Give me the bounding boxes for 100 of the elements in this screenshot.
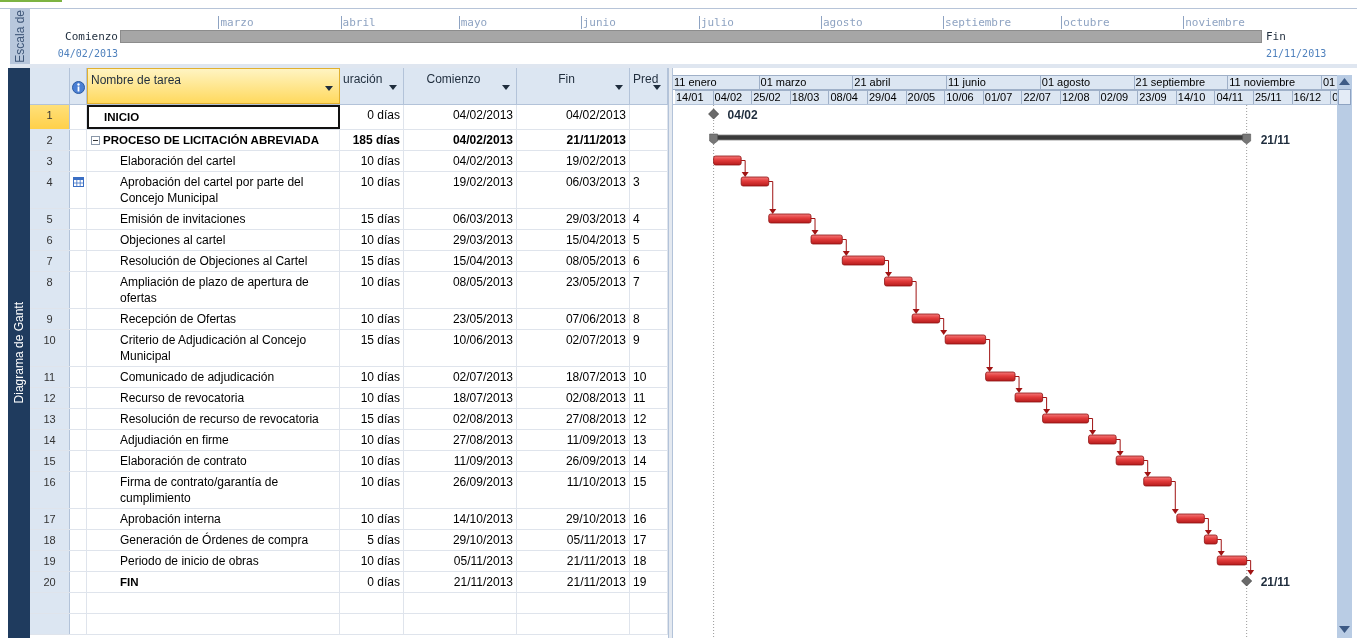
dropdown-arrow-icon[interactable] xyxy=(653,85,661,90)
task-name: Resolución de recurso de revocatoria xyxy=(120,411,319,427)
task-bar[interactable] xyxy=(911,313,941,324)
scrollbar[interactable] xyxy=(1337,75,1352,638)
row-number[interactable]: 9 xyxy=(30,309,70,329)
task-bar[interactable] xyxy=(1014,392,1043,403)
task-bar[interactable] xyxy=(713,155,742,166)
milestone-diamond[interactable] xyxy=(1241,575,1253,587)
start-date-cell: 04/02/2013 xyxy=(404,151,517,171)
task-name: INICIO xyxy=(104,110,140,125)
start-date-cell: 27/08/2013 xyxy=(404,430,517,450)
dropdown-arrow-icon[interactable] xyxy=(325,86,333,91)
timescale-cell: 18/03 xyxy=(790,90,830,104)
timescale-cell: 20/05 xyxy=(906,90,946,104)
row-number[interactable]: 2 xyxy=(30,130,70,150)
row-number[interactable]: 12 xyxy=(30,388,70,408)
timescale-cell: 04/11 xyxy=(1215,90,1254,104)
column-header[interactable]: uración xyxy=(340,68,404,104)
collapse-icon[interactable] xyxy=(91,136,100,145)
row-number[interactable]: 14 xyxy=(30,430,70,450)
row-number[interactable]: 7 xyxy=(30,251,70,271)
task-bar[interactable] xyxy=(1176,513,1205,524)
duration-cell: 15 días xyxy=(340,409,404,429)
task-bar[interactable] xyxy=(1216,555,1248,566)
row-number[interactable]: 16 xyxy=(30,472,70,508)
month-label: agosto xyxy=(820,16,863,29)
timeline-end-label: Fin xyxy=(1265,30,1287,43)
task-bar[interactable] xyxy=(841,255,885,266)
task-name: Firma de contrato/garantía de cumplimiento xyxy=(120,474,280,506)
task-bar[interactable] xyxy=(740,176,770,187)
task-bar[interactable] xyxy=(1115,455,1145,466)
dependency-arrow xyxy=(1088,418,1097,435)
dependency-arrow xyxy=(985,339,994,372)
row-number[interactable]: 6 xyxy=(30,230,70,250)
finish-date-cell: 02/07/2013 xyxy=(517,330,630,366)
dropdown-arrow-icon[interactable] xyxy=(389,85,397,90)
task-name: Emisión de invitaciones xyxy=(120,211,246,227)
duration-cell: 10 días xyxy=(340,472,404,508)
finish-date-cell: 07/06/2013 xyxy=(517,309,630,329)
column-header[interactable]: Comienzo xyxy=(404,68,517,104)
row-number[interactable]: 13 xyxy=(30,409,70,429)
task-name: Comunicado de adjudicación xyxy=(120,369,275,385)
start-date-cell: 05/11/2013 xyxy=(404,551,517,571)
task-bar[interactable] xyxy=(944,334,987,345)
finish-date-cell: 05/11/2013 xyxy=(517,530,630,550)
timescale-cell: 12/08 xyxy=(1061,90,1100,104)
row-number[interactable]: 19 xyxy=(30,551,70,571)
dropdown-arrow-icon[interactable] xyxy=(502,85,510,90)
task-bar[interactable] xyxy=(1203,534,1218,545)
row-number[interactable]: 8 xyxy=(30,272,70,308)
timescale-cell: 14/01 xyxy=(675,90,714,104)
dependency-arrow xyxy=(1115,439,1124,456)
task-bar[interactable] xyxy=(810,234,843,245)
column-header[interactable]: Nombre de tarea xyxy=(87,68,340,104)
month-label: septiembre xyxy=(943,16,1012,29)
timescale-cell: 01 xyxy=(1322,75,1337,90)
finish-date-cell: 15/04/2013 xyxy=(517,230,630,250)
row-number[interactable]: 11 xyxy=(30,367,70,387)
milestone-diamond[interactable] xyxy=(708,108,719,120)
row-number[interactable]: 5 xyxy=(30,209,70,229)
column-header[interactable]: Fin xyxy=(517,68,630,104)
scroll-down-icon[interactable] xyxy=(1339,626,1350,633)
bar-date-label: 21/11 xyxy=(1260,133,1290,147)
finish-date-cell: 29/03/2013 xyxy=(517,209,630,229)
row-number[interactable]: 1 xyxy=(30,105,70,129)
summary-bar[interactable] xyxy=(709,133,1251,145)
row-number[interactable]: 10 xyxy=(30,330,70,366)
task-bar[interactable] xyxy=(884,276,913,287)
finish-date-cell: 08/05/2013 xyxy=(517,251,630,271)
month-label: noviembre xyxy=(1183,16,1245,29)
duration-cell: 15 días xyxy=(340,209,404,229)
task-name: PROCESO DE LICITACIÓN ABREVIADA xyxy=(103,133,319,148)
duration-cell: 15 días xyxy=(340,330,404,366)
task-bar[interactable] xyxy=(1143,476,1172,487)
row-number[interactable]: 17 xyxy=(30,509,70,529)
task-bar[interactable] xyxy=(985,371,1016,382)
task-bar[interactable] xyxy=(768,213,812,224)
scroll-thumb[interactable] xyxy=(1338,89,1351,105)
task-name: Aprobación interna xyxy=(120,511,221,527)
row-number[interactable]: 20 xyxy=(30,572,70,592)
row-number[interactable]: 15 xyxy=(30,451,70,471)
duration-cell: 10 días xyxy=(340,230,404,250)
task-bar[interactable] xyxy=(1088,434,1117,445)
dependency-arrow xyxy=(911,281,920,314)
timescale-cell: 22/07 xyxy=(1022,90,1061,104)
row-number[interactable]: 4 xyxy=(30,172,70,208)
active-tab-line xyxy=(0,0,62,2)
timeline-start-label: Comienzo xyxy=(64,30,119,43)
start-date-cell: 11/09/2013 xyxy=(404,451,517,471)
task-bar[interactable] xyxy=(1042,413,1089,424)
start-date-cell: 21/11/2013 xyxy=(404,572,517,592)
scroll-up-icon[interactable] xyxy=(1339,78,1350,85)
duration-cell: 10 días xyxy=(340,309,404,329)
dependency-arrow xyxy=(1203,518,1212,535)
timescale-cell: 08/04 xyxy=(829,90,868,104)
timescale-cell: 11 junio xyxy=(947,75,1041,90)
timescale-cell: 04/02 xyxy=(713,90,753,104)
row-number[interactable]: 3 xyxy=(30,151,70,171)
row-number[interactable]: 18 xyxy=(30,530,70,550)
dropdown-arrow-icon[interactable] xyxy=(615,85,623,90)
